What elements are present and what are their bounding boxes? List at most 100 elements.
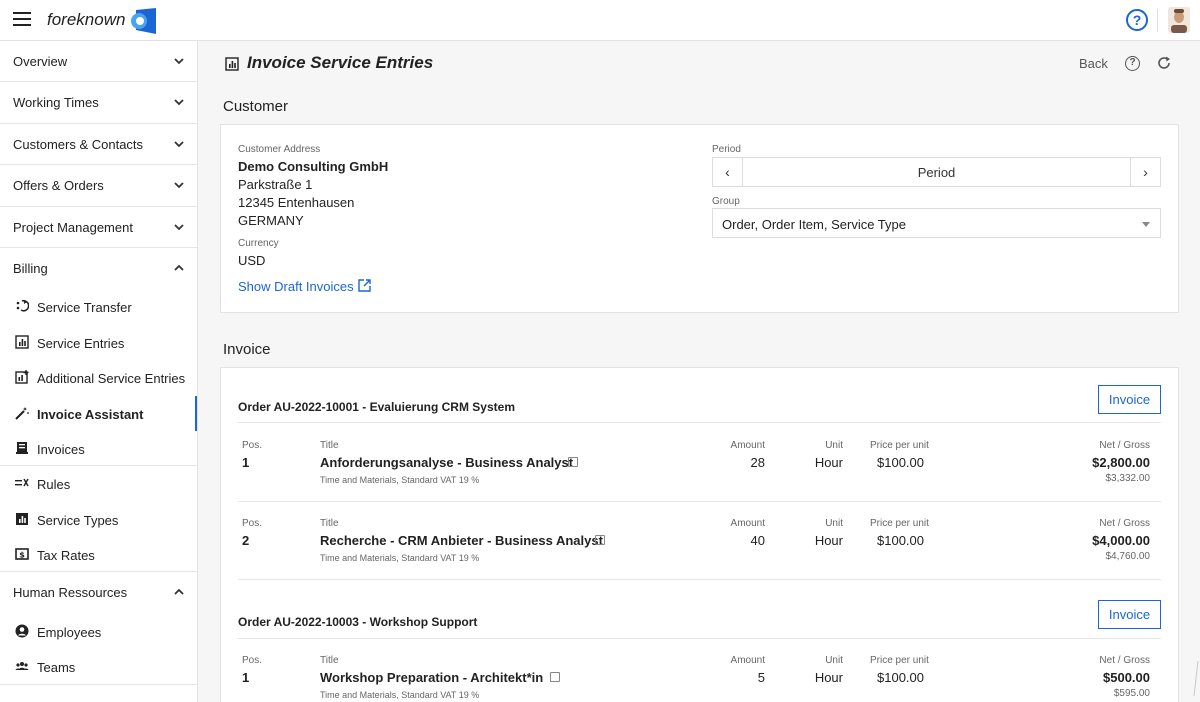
- col-header-net-gross: Net / Gross: [1099, 655, 1150, 666]
- item-net: $4,000.00: [1092, 533, 1150, 548]
- help-icon[interactable]: ?: [1126, 9, 1148, 31]
- item-gross: $4,760.00: [1105, 551, 1151, 562]
- item-amount: 40: [750, 533, 765, 548]
- avatar[interactable]: [1168, 7, 1190, 33]
- item-price: $100.00: [877, 533, 924, 548]
- invoice-button[interactable]: Invoice: [1098, 385, 1161, 414]
- chevron-down-icon: [174, 223, 184, 230]
- sidebar-item-label: Tax Rates: [37, 548, 95, 564]
- sidebar-item-label: Invoices: [37, 441, 85, 457]
- item-title: Anforderungsanalyse - Business Analyst: [320, 455, 574, 470]
- item-title: Recherche - CRM Anbieter - Business Anal…: [320, 533, 603, 548]
- col-header-net-gross: Net / Gross: [1099, 440, 1150, 451]
- sidebar-group-project-management[interactable]: Project Management: [0, 207, 197, 248]
- sidebar-group-label: Offers & Orders: [13, 178, 104, 194]
- col-header-amount: Amount: [730, 655, 765, 666]
- item-amount: 5: [757, 670, 765, 685]
- customer-company: Demo Consulting GmbH: [238, 159, 389, 174]
- customer-street: Parkstraße 1: [238, 177, 313, 192]
- item-net: $500.00: [1103, 670, 1150, 685]
- invoice-icon: [16, 441, 28, 454]
- col-header-title: Title: [320, 655, 339, 666]
- col-header-pos: Pos.: [242, 655, 263, 666]
- divider: [238, 638, 1161, 639]
- sidebar-item-rules[interactable]: Rules: [0, 466, 197, 501]
- group-select[interactable]: Order, Order Item, Service Type: [712, 208, 1161, 238]
- chart-icon: [225, 57, 239, 71]
- user-icon: [15, 624, 29, 638]
- details-icon[interactable]: [550, 672, 560, 682]
- show-draft-invoices-link[interactable]: Show Draft Invoices: [238, 279, 354, 294]
- col-header-unit: Unit: [825, 440, 843, 451]
- sidebar-group-offers-orders[interactable]: Offers & Orders: [0, 165, 197, 207]
- sidebar-group-overview[interactable]: Overview: [0, 41, 197, 83]
- item-net: $2,800.00: [1092, 455, 1150, 470]
- sidebar-item-teams[interactable]: Teams: [0, 649, 197, 685]
- invoice-button[interactable]: Invoice: [1098, 600, 1161, 629]
- sidebar-group-billing[interactable]: Billing: [0, 248, 197, 289]
- scrollbar[interactable]: [1192, 41, 1200, 702]
- sidebar-group-label: Customers & Contacts: [13, 136, 144, 152]
- menu-icon[interactable]: [13, 12, 31, 28]
- period-value[interactable]: Period: [743, 165, 1130, 180]
- col-header-title: Title: [320, 518, 339, 529]
- back-button[interactable]: Back: [1079, 56, 1108, 71]
- item-gross: $3,332.00: [1105, 473, 1151, 484]
- invoice-section-title: Invoice: [223, 341, 271, 358]
- customer-section-title: Customer: [223, 98, 289, 115]
- details-icon[interactable]: [595, 535, 605, 545]
- item-amount: 28: [750, 455, 765, 470]
- sidebar-item-invoices[interactable]: Invoices: [0, 431, 197, 467]
- sidebar-group-label: Overview: [13, 54, 68, 69]
- sidebar-group-label: Project Management: [13, 219, 133, 235]
- sidebar-group-human-ressources[interactable]: Human Ressources: [0, 572, 197, 613]
- item-subtext: Time and Materials, Standard VAT 19 %: [320, 690, 480, 700]
- help-icon[interactable]: ?: [1125, 56, 1140, 71]
- order-title: Order AU-2022-10001 - Evaluierung CRM Sy…: [238, 400, 515, 414]
- currency-label: Currency: [238, 238, 279, 249]
- period-prev-button[interactable]: ‹: [713, 158, 743, 186]
- sidebar-group-label: Human Ressources: [13, 585, 128, 601]
- period-picker: ‹ Period ›: [712, 157, 1161, 187]
- sidebar-group-working-times[interactable]: Working Times: [0, 82, 197, 124]
- group-select-value: Order, Order Item, Service Type: [722, 217, 906, 232]
- item-unit: Hour: [814, 533, 843, 548]
- sidebar-item-employees[interactable]: Employees: [0, 614, 197, 649]
- sidebar-item-label: Service Entries: [37, 335, 125, 351]
- divider: [238, 501, 1161, 502]
- bar-chart-icon: [16, 512, 28, 525]
- sidebar-item-service-types[interactable]: Service Types: [0, 502, 197, 537]
- sidebar-item-additional-service-entries[interactable]: Additional Service Entries: [0, 360, 197, 395]
- magic-wand-icon: [15, 406, 29, 420]
- external-link-icon[interactable]: [358, 279, 371, 292]
- order-title: Order AU-2022-10003 - Workshop Support: [238, 615, 478, 629]
- sidebar-item-label: Service Types: [37, 512, 119, 528]
- details-icon[interactable]: [568, 457, 578, 467]
- brand-logo-icon: [131, 8, 156, 34]
- sidebar-item-service-transfer[interactable]: Service Transfer: [0, 289, 197, 324]
- sidebar-group-customers[interactable]: Customers & Contacts: [0, 124, 197, 166]
- col-header-unit: Unit: [825, 518, 843, 529]
- sidebar-item-invoice-assistant[interactable]: Invoice Assistant: [0, 395, 197, 432]
- col-header-pos: Pos.: [242, 440, 263, 451]
- chevron-up-icon: [174, 264, 184, 271]
- transfer-icon: [16, 300, 29, 312]
- sidebar-item-service-entries[interactable]: Service Entries: [0, 325, 197, 360]
- sidebar-item-label: Additional Service Entries: [37, 371, 186, 387]
- sidebar: Overview Working Times Customers & Conta…: [0, 41, 198, 702]
- period-next-button[interactable]: ›: [1130, 158, 1160, 186]
- item-pos: 2: [242, 533, 250, 548]
- sidebar-item-tax-rates[interactable]: $ Tax Rates: [0, 537, 197, 573]
- item-pos: 1: [242, 455, 250, 470]
- customer-country: GERMANY: [238, 213, 304, 228]
- brand-logo-text: foreknown: [47, 10, 126, 29]
- money-icon: $: [15, 548, 29, 560]
- refresh-icon[interactable]: [1156, 55, 1172, 71]
- page-header: Invoice Service Entries Back ?: [198, 41, 1200, 86]
- chevron-down-icon: [1142, 222, 1150, 227]
- sidebar-item-label: Teams: [37, 660, 76, 676]
- item-gross: $595.00: [1113, 688, 1150, 699]
- page-title: Invoice Service Entries: [247, 53, 434, 72]
- divider: [238, 579, 1161, 580]
- chevron-down-icon: [174, 141, 184, 148]
